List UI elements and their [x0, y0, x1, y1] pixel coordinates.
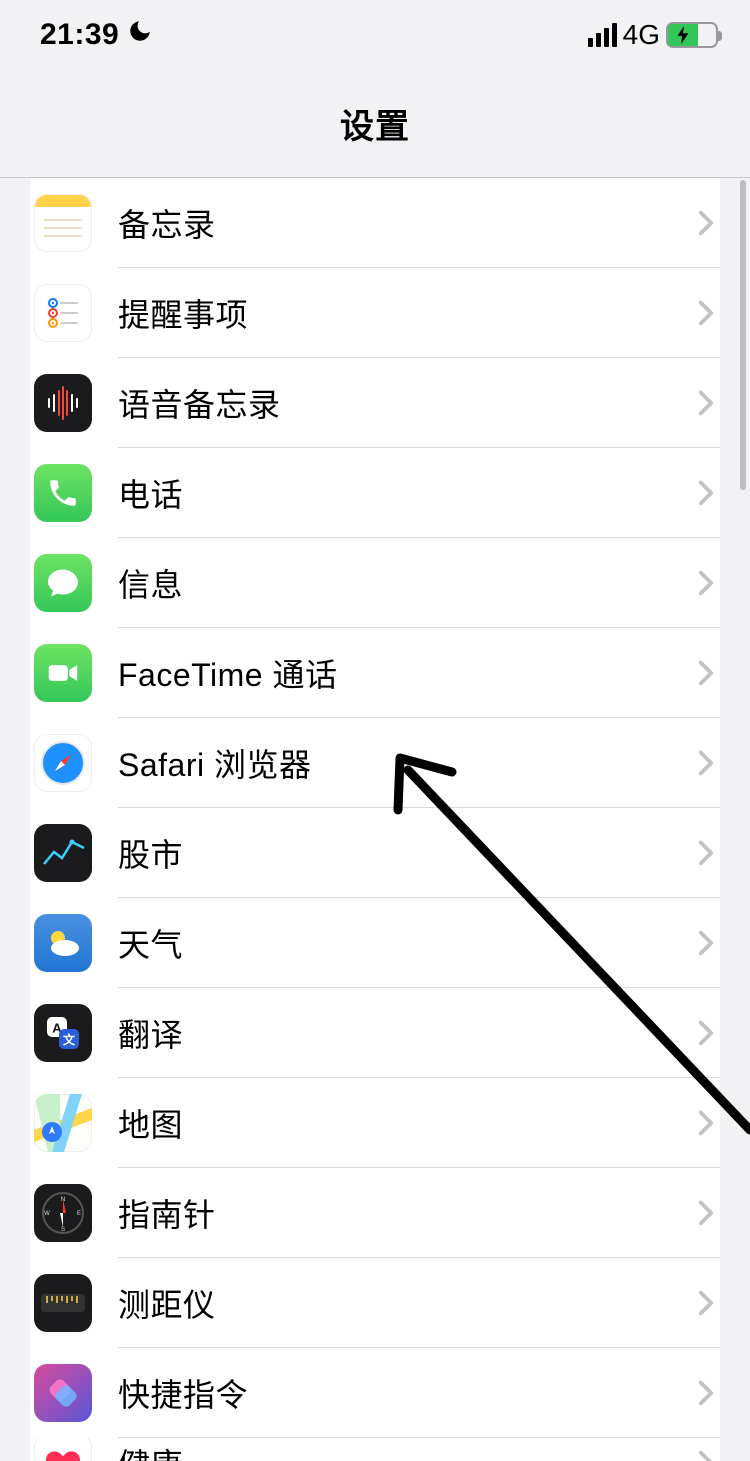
svg-text:E: E: [77, 1211, 81, 1217]
row-label: FaceTime 通话: [118, 650, 698, 696]
voicememo-icon: [34, 374, 92, 432]
moon-icon: [127, 18, 153, 52]
row-label: Safari 浏览器: [118, 740, 698, 786]
chevron-right-icon: [698, 660, 714, 686]
chevron-right-icon: [698, 1450, 714, 1461]
row-compass[interactable]: N S W E 指南针: [30, 1168, 720, 1258]
row-label: 语音备忘录: [118, 380, 698, 426]
weather-icon: [34, 914, 92, 972]
row-health[interactable]: 健康: [30, 1438, 720, 1461]
nav-bar: 设置: [0, 70, 750, 178]
row-label: 信息: [118, 560, 698, 606]
health-icon: [34, 1438, 92, 1461]
chevron-right-icon: [698, 930, 714, 956]
row-label: 备忘录: [118, 200, 698, 246]
row-translate[interactable]: A 文 翻译: [30, 988, 720, 1078]
row-weather[interactable]: 天气: [30, 898, 720, 988]
row-voicememo[interactable]: 语音备忘录: [30, 358, 720, 448]
row-label: 股市: [118, 830, 698, 876]
safari-icon: [34, 734, 92, 792]
row-notes[interactable]: 备忘录: [30, 178, 720, 268]
shortcuts-icon: [34, 1364, 92, 1422]
chevron-right-icon: [698, 300, 714, 326]
phone-icon: [34, 464, 92, 522]
row-label: 提醒事项: [118, 290, 698, 336]
status-left: 21:39: [40, 18, 153, 52]
chevron-right-icon: [698, 750, 714, 776]
notes-icon: [34, 194, 92, 252]
status-time: 21:39: [40, 18, 119, 52]
row-shortcuts[interactable]: 快捷指令: [30, 1348, 720, 1438]
signal-icon: [588, 23, 617, 47]
row-facetime[interactable]: FaceTime 通话: [30, 628, 720, 718]
chevron-right-icon: [698, 1020, 714, 1046]
messages-icon: [34, 554, 92, 612]
settings-list: 备忘录 提醒事项: [30, 178, 720, 1461]
chevron-right-icon: [698, 390, 714, 416]
chevron-right-icon: [698, 480, 714, 506]
reminders-icon: [34, 284, 92, 342]
row-safari[interactable]: Safari 浏览器: [30, 718, 720, 808]
facetime-icon: [34, 644, 92, 702]
translate-icon: A 文: [34, 1004, 92, 1062]
row-label: 健康: [118, 1440, 698, 1461]
chevron-right-icon: [698, 210, 714, 236]
row-label: 地图: [118, 1100, 698, 1146]
status-bar: 21:39 4G: [0, 0, 750, 70]
chevron-right-icon: [698, 570, 714, 596]
chevron-right-icon: [698, 1290, 714, 1316]
chevron-right-icon: [698, 1380, 714, 1406]
row-stocks[interactable]: 股市: [30, 808, 720, 898]
status-right: 4G: [588, 19, 718, 51]
stocks-icon: [34, 824, 92, 882]
row-phone[interactable]: 电话: [30, 448, 720, 538]
chevron-right-icon: [698, 1110, 714, 1136]
chevron-right-icon: [698, 1200, 714, 1226]
row-label: 测距仪: [118, 1280, 698, 1326]
row-measure[interactable]: 测距仪: [30, 1258, 720, 1348]
svg-text:文: 文: [63, 1032, 76, 1047]
row-messages[interactable]: 信息: [30, 538, 720, 628]
svg-text:S: S: [61, 1227, 65, 1233]
row-label: 天气: [118, 920, 698, 966]
network-label: 4G: [623, 19, 660, 51]
svg-text:W: W: [44, 1211, 50, 1217]
row-label: 电话: [118, 470, 698, 516]
measure-icon: [34, 1274, 92, 1332]
scrollbar[interactable]: [740, 180, 746, 490]
battery-icon: [666, 22, 718, 48]
row-maps[interactable]: 地图: [30, 1078, 720, 1168]
maps-icon: [34, 1094, 92, 1152]
chevron-right-icon: [698, 840, 714, 866]
row-label: 快捷指令: [118, 1370, 698, 1416]
row-label: 指南针: [118, 1190, 698, 1236]
row-reminders[interactable]: 提醒事项: [30, 268, 720, 358]
page-title: 设置: [340, 99, 410, 148]
row-label: 翻译: [118, 1010, 698, 1056]
compass-icon: N S W E: [34, 1184, 92, 1242]
